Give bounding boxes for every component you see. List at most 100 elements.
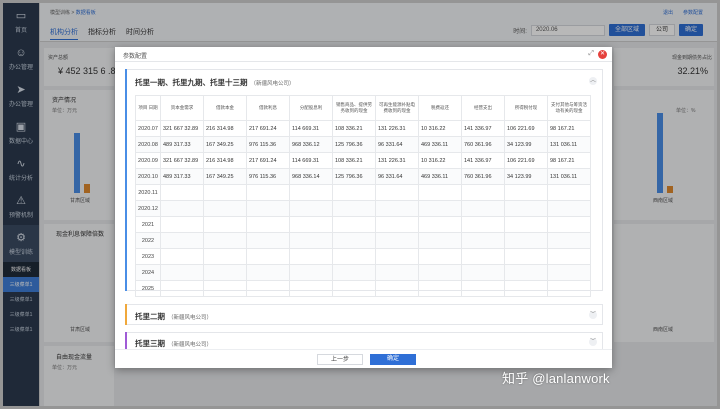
- value-cell[interactable]: 167 349.25: [203, 136, 247, 153]
- value-cell[interactable]: [461, 232, 505, 249]
- value-cell[interactable]: 114 669.31: [289, 120, 333, 137]
- value-cell[interactable]: [418, 184, 462, 201]
- value-cell[interactable]: [246, 232, 290, 249]
- value-cell[interactable]: [203, 184, 247, 201]
- value-cell[interactable]: 108 336.21: [332, 120, 376, 137]
- value-cell[interactable]: [461, 264, 505, 281]
- value-cell[interactable]: [418, 248, 462, 265]
- value-cell[interactable]: [289, 248, 333, 265]
- value-cell[interactable]: [289, 264, 333, 281]
- value-cell[interactable]: 216 314.98: [203, 120, 247, 137]
- value-cell[interactable]: [289, 280, 333, 297]
- value-cell[interactable]: 10 316.22: [418, 120, 462, 137]
- value-cell[interactable]: [504, 264, 548, 281]
- value-cell[interactable]: 976 115.36: [246, 136, 290, 153]
- value-cell[interactable]: [160, 216, 204, 233]
- value-cell[interactable]: [246, 200, 290, 217]
- value-cell[interactable]: [547, 184, 591, 201]
- value-cell[interactable]: [461, 200, 505, 217]
- value-cell[interactable]: [160, 280, 204, 297]
- value-cell[interactable]: 968 336.14: [289, 168, 333, 185]
- value-cell[interactable]: [203, 264, 247, 281]
- value-cell[interactable]: [461, 184, 505, 201]
- value-cell[interactable]: [504, 248, 548, 265]
- value-cell[interactable]: [375, 200, 419, 217]
- value-cell[interactable]: 489 317.33: [160, 168, 204, 185]
- value-cell[interactable]: [332, 216, 376, 233]
- value-cell[interactable]: [375, 184, 419, 201]
- value-cell[interactable]: [504, 232, 548, 249]
- value-cell[interactable]: [160, 232, 204, 249]
- value-cell[interactable]: 131 226.31: [375, 120, 419, 137]
- value-cell[interactable]: [203, 248, 247, 265]
- value-cell[interactable]: 321 667 32.89: [160, 152, 204, 169]
- value-cell[interactable]: 131 036.11: [547, 168, 591, 185]
- value-cell[interactable]: [332, 280, 376, 297]
- value-cell[interactable]: 98 167.21: [547, 120, 591, 137]
- value-cell[interactable]: [504, 200, 548, 217]
- value-cell[interactable]: [203, 200, 247, 217]
- value-cell[interactable]: [375, 280, 419, 297]
- value-cell[interactable]: [547, 232, 591, 249]
- value-cell[interactable]: [547, 280, 591, 297]
- value-cell[interactable]: 321 667 32.89: [160, 120, 204, 137]
- value-cell[interactable]: 167 349.25: [203, 168, 247, 185]
- value-cell[interactable]: [375, 264, 419, 281]
- value-cell[interactable]: 34 123.99: [504, 136, 548, 153]
- prev-step-button[interactable]: 上一步: [317, 354, 363, 365]
- section-period-2[interactable]: 托里二期 （新疆风电公司） ﹀: [125, 304, 603, 325]
- value-cell[interactable]: [246, 184, 290, 201]
- value-cell[interactable]: [418, 280, 462, 297]
- value-cell[interactable]: 760 361.96: [461, 168, 505, 185]
- value-cell[interactable]: [418, 232, 462, 249]
- value-cell[interactable]: [547, 264, 591, 281]
- expand-icon[interactable]: ⤢: [588, 50, 594, 58]
- value-cell[interactable]: [461, 248, 505, 265]
- value-cell[interactable]: 968 336.12: [289, 136, 333, 153]
- value-cell[interactable]: 131 226.31: [375, 152, 419, 169]
- value-cell[interactable]: 131 036.11: [547, 136, 591, 153]
- value-cell[interactable]: 976 115.36: [246, 168, 290, 185]
- value-cell[interactable]: [289, 184, 333, 201]
- value-cell[interactable]: [246, 248, 290, 265]
- value-cell[interactable]: [418, 216, 462, 233]
- value-cell[interactable]: [160, 184, 204, 201]
- value-cell[interactable]: [289, 232, 333, 249]
- value-cell[interactable]: [375, 216, 419, 233]
- value-cell[interactable]: [504, 184, 548, 201]
- value-cell[interactable]: 141 336.97: [461, 120, 505, 137]
- value-cell[interactable]: 106 221.69: [504, 152, 548, 169]
- value-cell[interactable]: [504, 280, 548, 297]
- value-cell[interactable]: [160, 248, 204, 265]
- value-cell[interactable]: [504, 216, 548, 233]
- value-cell[interactable]: 114 669.31: [289, 152, 333, 169]
- value-cell[interactable]: [246, 264, 290, 281]
- value-cell[interactable]: [418, 200, 462, 217]
- value-cell[interactable]: 96 331.64: [375, 168, 419, 185]
- value-cell[interactable]: 125 796.36: [332, 168, 376, 185]
- value-cell[interactable]: [289, 216, 333, 233]
- value-cell[interactable]: 469 336.11: [418, 168, 462, 185]
- value-cell[interactable]: [246, 216, 290, 233]
- expand-chevron-icon[interactable]: ﹀: [589, 311, 597, 319]
- value-cell[interactable]: [332, 184, 376, 201]
- value-cell[interactable]: [547, 216, 591, 233]
- value-cell[interactable]: [461, 280, 505, 297]
- value-cell[interactable]: [332, 264, 376, 281]
- value-cell[interactable]: [203, 280, 247, 297]
- value-cell[interactable]: 96 331.64: [375, 136, 419, 153]
- value-cell[interactable]: [547, 248, 591, 265]
- value-cell[interactable]: 141 336.97: [461, 152, 505, 169]
- value-cell[interactable]: [160, 264, 204, 281]
- value-cell[interactable]: [332, 200, 376, 217]
- section-period-3[interactable]: 托里三期 （新疆风电公司） ﹀: [125, 332, 603, 350]
- value-cell[interactable]: [289, 200, 333, 217]
- value-cell[interactable]: [332, 232, 376, 249]
- value-cell[interactable]: [246, 280, 290, 297]
- close-icon[interactable]: ✕: [598, 50, 607, 59]
- value-cell[interactable]: [375, 232, 419, 249]
- value-cell[interactable]: 760 361.96: [461, 136, 505, 153]
- value-cell[interactable]: [203, 232, 247, 249]
- value-cell[interactable]: 125 796.36: [332, 136, 376, 153]
- value-cell[interactable]: [203, 216, 247, 233]
